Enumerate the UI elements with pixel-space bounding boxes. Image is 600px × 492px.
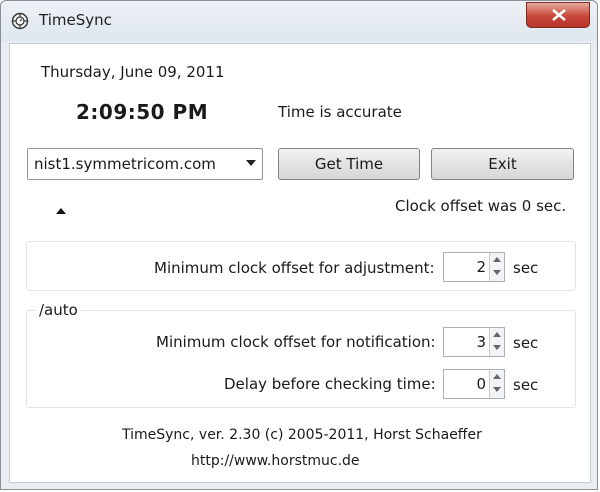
chevron-down-icon[interactable] [246, 160, 256, 167]
close-button[interactable] [526, 2, 590, 28]
notify-offset-spinner[interactable]: 3 [443, 327, 505, 357]
homepage-link[interactable]: http://www.horstmuc.de [191, 453, 360, 469]
get-time-button[interactable]: Get Time [278, 148, 420, 180]
server-select[interactable]: nist1.symmetricom.com [27, 148, 263, 180]
spin-up-icon[interactable] [493, 374, 501, 380]
adjust-offset-spinner[interactable]: 2 [443, 252, 505, 282]
adjust-spinner-arrows[interactable] [489, 253, 504, 281]
adjust-unit: sec [513, 259, 539, 277]
auto-group-label: /auto [36, 301, 81, 319]
delay-spinner[interactable]: 0 [443, 369, 505, 399]
current-time: 2:09:50 PM [76, 100, 209, 124]
clock-gear-icon[interactable] [11, 12, 29, 30]
window-title: TimeSync [39, 11, 112, 29]
notify-spinner-arrows[interactable] [489, 328, 504, 356]
delay-spinner-arrows[interactable] [489, 370, 504, 398]
clock-offset-text: Clock offset was 0 sec. [395, 197, 567, 215]
title-bar[interactable]: TimeSync [1, 1, 597, 41]
notify-offset-value[interactable]: 3 [476, 333, 486, 351]
expand-triangle-icon[interactable] [56, 208, 66, 214]
delay-value[interactable]: 0 [476, 375, 486, 393]
server-select-value: nist1.symmetricom.com [34, 155, 216, 173]
spin-up-icon[interactable] [493, 332, 501, 338]
notify-offset-label: Minimum clock offset for notification: [156, 333, 436, 351]
delay-unit: sec [513, 376, 539, 394]
close-icon [552, 9, 566, 21]
spin-down-icon[interactable] [493, 345, 501, 351]
delay-label: Delay before checking time: [224, 375, 436, 393]
adjust-offset-label: Minimum clock offset for adjustment: [154, 259, 435, 277]
current-date: Thursday, June 09, 2011 [41, 63, 225, 81]
app-window: TimeSync Thursday, June 09, 2011 2:09:50… [0, 0, 598, 490]
client-area: Thursday, June 09, 2011 2:09:50 PM Time … [9, 43, 591, 483]
spin-down-icon[interactable] [493, 387, 501, 393]
adjust-offset-value[interactable]: 2 [476, 258, 486, 276]
time-status: Time is accurate [278, 103, 402, 121]
version-copyright: TimeSync, ver. 2.30 (c) 2005-2011, Horst… [122, 427, 482, 443]
spin-down-icon[interactable] [493, 270, 501, 276]
notify-unit: sec [513, 334, 539, 352]
exit-button[interactable]: Exit [431, 148, 574, 180]
spin-up-icon[interactable] [493, 257, 501, 263]
